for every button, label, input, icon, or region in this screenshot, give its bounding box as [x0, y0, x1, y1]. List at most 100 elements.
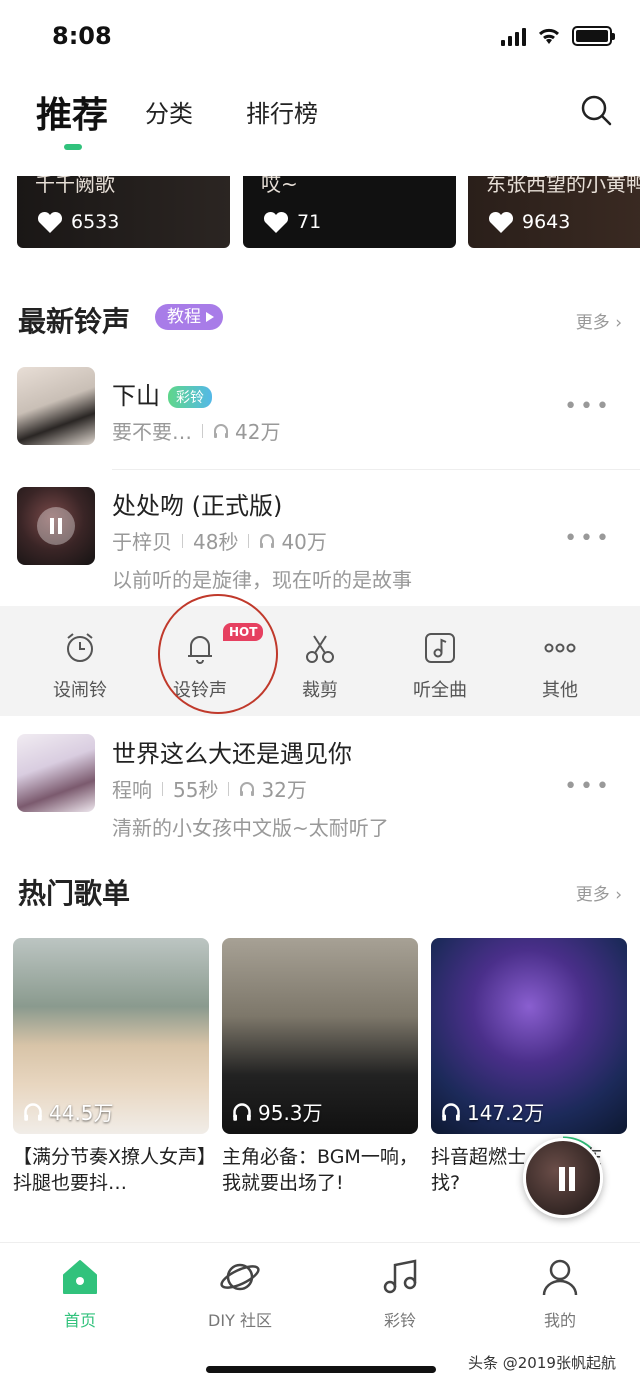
- alarm-clock-icon: [67, 633, 93, 662]
- song-duration: 48秒: [193, 530, 239, 554]
- featured-card[interactable]: 千千阙歌 6533: [17, 176, 230, 248]
- hot-playlists-header: 热门歌单 更多 ›: [18, 872, 622, 912]
- action-label: 其他: [542, 680, 578, 701]
- playlist-card[interactable]: 95.3万 主角必备：BGM一响，我就要出场了!: [222, 938, 418, 1196]
- full-song-button[interactable]: 听全曲: [390, 630, 490, 702]
- more-dots-icon: [544, 643, 576, 653]
- nav-label: DIY 社区: [208, 1311, 272, 1330]
- song-thumbnail: [17, 734, 95, 812]
- status-icons: [501, 26, 615, 46]
- watermark: 头条 @2019张帆起航: [468, 1354, 616, 1372]
- heart-icon: [263, 211, 289, 233]
- playlist-cover: 44.5万: [13, 938, 209, 1134]
- song-plays: 40万: [281, 530, 327, 554]
- playlist-card[interactable]: 44.5万 【满分节奏X撩人女声】抖腿也要抖…: [13, 938, 209, 1196]
- headphone-icon: [233, 1102, 251, 1121]
- color-ring-badge: 彩铃: [168, 386, 212, 408]
- home-icon: [63, 1260, 97, 1294]
- headphone-icon: [24, 1102, 42, 1121]
- nav-color-ring[interactable]: 彩铃: [340, 1255, 460, 1331]
- playlist-title: 主角必备：BGM一响，我就要出场了!: [222, 1146, 418, 1194]
- song-meta: 程响 55秒 32万: [112, 774, 307, 803]
- playlist-play-count: 147.2万: [441, 1097, 544, 1126]
- more-link[interactable]: 更多 ›: [576, 880, 622, 905]
- tab-category[interactable]: 分类: [145, 94, 193, 129]
- headphone-icon: [214, 423, 228, 438]
- song-row[interactable]: 处处吻 (正式版) 于梓贝 48秒 40万 以前听的是旋律，现在听的是故事 ••…: [0, 470, 640, 606]
- featured-card[interactable]: 哎~ 71: [243, 176, 456, 248]
- tab-ranking[interactable]: 排行榜: [246, 94, 318, 129]
- song-duration: 55秒: [173, 778, 219, 802]
- signal-icon: [501, 26, 526, 46]
- trim-button[interactable]: 裁剪: [270, 630, 370, 702]
- planet-icon: [220, 1263, 260, 1291]
- set-alarm-button[interactable]: 设闹铃: [30, 630, 130, 702]
- playlist-title: 【满分节奏X撩人女声】抖腿也要抖…: [13, 1146, 207, 1194]
- song-plays: 42万: [235, 420, 281, 444]
- home-indicator: [206, 1366, 436, 1373]
- section-title: 最新铃声: [18, 305, 131, 338]
- more-options-icon[interactable]: •••: [564, 394, 612, 419]
- nav-label: 彩铃: [383, 1311, 416, 1330]
- battery-icon: [572, 26, 615, 46]
- music-notes-icon: [383, 1259, 417, 1294]
- featured-like-count: 71: [297, 211, 322, 233]
- section-title: 热门歌单: [18, 877, 131, 910]
- search-icon[interactable]: [580, 94, 612, 126]
- heart-icon: [488, 211, 514, 233]
- song-thumbnail: [17, 367, 95, 445]
- tab-recommend[interactable]: 推荐: [36, 86, 108, 138]
- song-plays: 32万: [261, 778, 307, 802]
- song-row[interactable]: 世界这么大还是遇见你 程响 55秒 32万 清新的小女孩中文版~太耐听了 •••: [0, 716, 640, 852]
- featured-likes: 6533: [37, 210, 119, 234]
- headphone-icon: [442, 1102, 460, 1121]
- status-time: 8:08: [52, 22, 112, 50]
- playlist-cover: 95.3万: [222, 938, 418, 1134]
- playlist-play-count: 44.5万: [23, 1097, 114, 1126]
- song-description: 清新的小女孩中文版~太耐听了: [112, 816, 389, 840]
- mini-player-pause-button[interactable]: [523, 1138, 603, 1218]
- top-nav: 推荐 分类 排行榜: [0, 78, 640, 158]
- more-options-icon[interactable]: •••: [564, 774, 612, 799]
- more-link[interactable]: 更多 ›: [576, 308, 622, 333]
- ringtone-actions: 设闹铃 设铃声 HOT 裁剪 听全曲 其他: [0, 606, 640, 716]
- featured-title: 东张西望的小黄鸭: [486, 176, 640, 196]
- tutorial-badge[interactable]: 教程: [155, 304, 223, 330]
- song-artist: 要不要…: [112, 420, 192, 444]
- headphone-icon: [240, 781, 255, 796]
- song-meta: 要不要… 42万: [112, 416, 280, 445]
- song-artist: 程响: [112, 778, 152, 802]
- featured-title: 千千阙歌: [35, 176, 115, 196]
- song-description: 以前听的是旋律，现在听的是故事: [112, 568, 412, 592]
- nav-home[interactable]: 首页: [20, 1255, 140, 1331]
- headphone-icon: [260, 533, 275, 548]
- song-title: 世界这么大还是遇见你: [112, 740, 352, 768]
- latest-ringtones-header: 最新铃声 教程 更多 ›: [18, 300, 622, 340]
- featured-card[interactable]: 东张西望的小黄鸭 9643: [468, 176, 640, 248]
- song-title: 处处吻 (正式版): [112, 492, 283, 520]
- song-artist: 于梓贝: [112, 530, 172, 554]
- featured-title: 哎~: [261, 176, 298, 196]
- wifi-icon: [538, 28, 560, 44]
- pause-icon[interactable]: [37, 507, 75, 545]
- featured-likes: 71: [263, 210, 321, 234]
- profile-icon: [542, 1259, 578, 1296]
- action-label: 听全曲: [413, 680, 467, 701]
- heart-icon: [37, 211, 63, 233]
- status-bar: 8:08: [0, 0, 640, 76]
- song-row[interactable]: 下山 彩铃 要不要… 42万 •••: [0, 366, 640, 470]
- song-thumbnail: [17, 487, 95, 565]
- nav-label: 首页: [63, 1311, 96, 1330]
- pause-icon: [559, 1167, 565, 1191]
- featured-likes: 9643: [488, 210, 570, 234]
- nav-diy-community[interactable]: DIY 社区: [180, 1255, 300, 1331]
- scissors-icon: [306, 635, 334, 663]
- other-button[interactable]: 其他: [510, 630, 610, 702]
- featured-like-count: 9643: [522, 211, 571, 233]
- featured-row: 千千阙歌 6533 哎~ 71 东张西望的小黄鸭 9643: [0, 176, 640, 248]
- more-options-icon[interactable]: •••: [564, 526, 612, 551]
- action-label: 裁剪: [302, 680, 338, 701]
- music-note-icon: [425, 633, 455, 663]
- nav-profile[interactable]: 我的: [500, 1255, 620, 1331]
- nav-label: 我的: [543, 1311, 576, 1330]
